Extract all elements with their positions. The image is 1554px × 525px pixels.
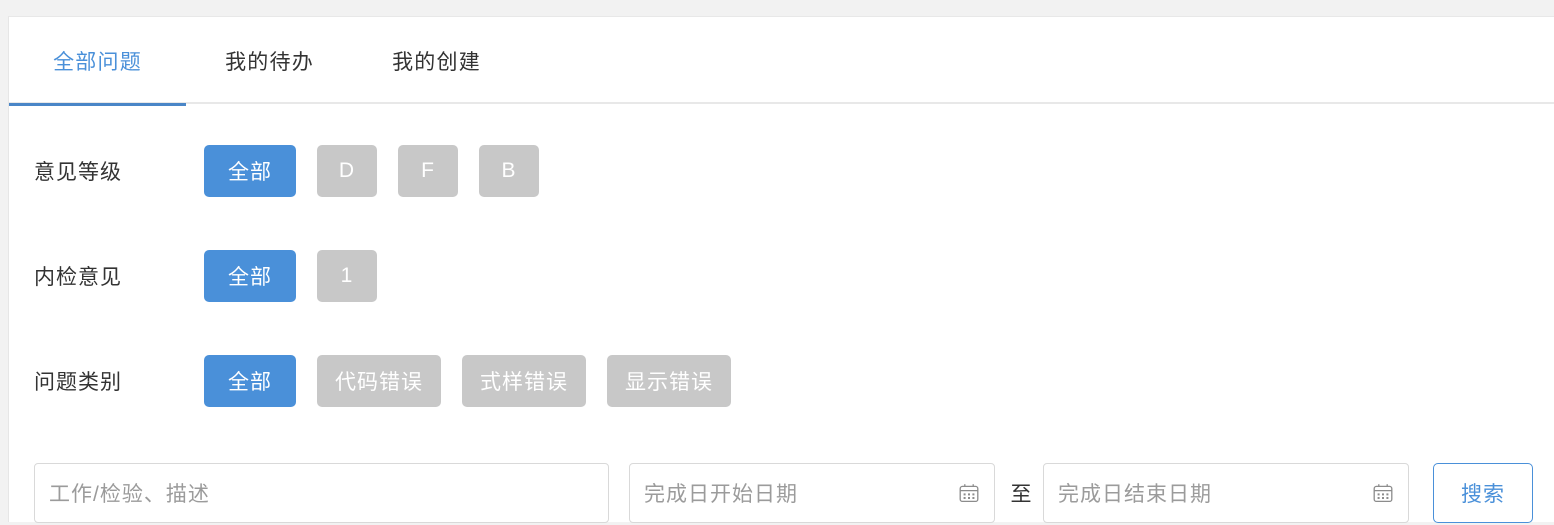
tab-my-created[interactable]: 我的创建 [353,17,520,104]
search-keyword-placeholder: 工作/检验、描述 [49,483,210,506]
calendar-icon[interactable] [1372,482,1394,504]
tab-label: 全部问题 [53,50,142,74]
date-start-placeholder: 完成日开始日期 [644,483,798,506]
filter-label-opinion-level: 意见等级 [34,161,122,184]
search-keyword-input[interactable]: 工作/检验、描述 [34,463,609,523]
filter-row-issue-category: 问题类别 全部 代码错误 式样错误 显示错误 [9,353,1554,409]
chip-internal-review-all[interactable]: 全部 [204,250,296,302]
search-button[interactable]: 搜索 [1433,463,1533,523]
tab-all-issues[interactable]: 全部问题 [9,17,186,106]
filter-row-opinion-level: 意见等级 全部 D F B [9,143,1554,199]
date-start-input[interactable]: 完成日开始日期 [629,463,995,523]
search-row: 工作/检验、描述 完成日开始日期 至 完成日结束日期 搜索 [9,463,1554,525]
tab-label: 我的待办 [225,50,314,74]
chip-issue-category-all[interactable]: 全部 [204,355,296,407]
filter-options-opinion-level: 全部 D F B [204,145,539,197]
chip-internal-review-1[interactable]: 1 [317,250,377,302]
filter-panel-card: 全部问题 我的待办 我的创建 意见等级 全部 D F B 内检意见 全部 1 问… [8,16,1554,525]
date-end-input[interactable]: 完成日结束日期 [1043,463,1409,523]
chip-opinion-level-all[interactable]: 全部 [204,145,296,197]
filter-label-issue-category: 问题类别 [34,371,122,394]
tab-bar: 全部问题 我的待办 我的创建 [9,17,1554,106]
calendar-icon[interactable] [958,482,980,504]
chip-opinion-level-b[interactable]: B [479,145,539,197]
filter-label-internal-review: 内检意见 [34,266,122,289]
chip-issue-category-display-error[interactable]: 显示错误 [607,355,731,407]
filter-options-internal-review: 全部 1 [204,250,377,302]
chip-opinion-level-d[interactable]: D [317,145,377,197]
filter-row-internal-review: 内检意见 全部 1 [9,248,1554,304]
chip-opinion-level-f[interactable]: F [398,145,458,197]
date-range-separator: 至 [1010,483,1032,506]
chip-issue-category-style-error[interactable]: 式样错误 [462,355,586,407]
filter-options-issue-category: 全部 代码错误 式样错误 显示错误 [204,355,731,407]
chip-issue-category-code-error[interactable]: 代码错误 [317,355,441,407]
tab-label: 我的创建 [392,50,481,74]
date-end-placeholder: 完成日结束日期 [1058,483,1212,506]
tab-my-todo[interactable]: 我的待办 [186,17,353,104]
